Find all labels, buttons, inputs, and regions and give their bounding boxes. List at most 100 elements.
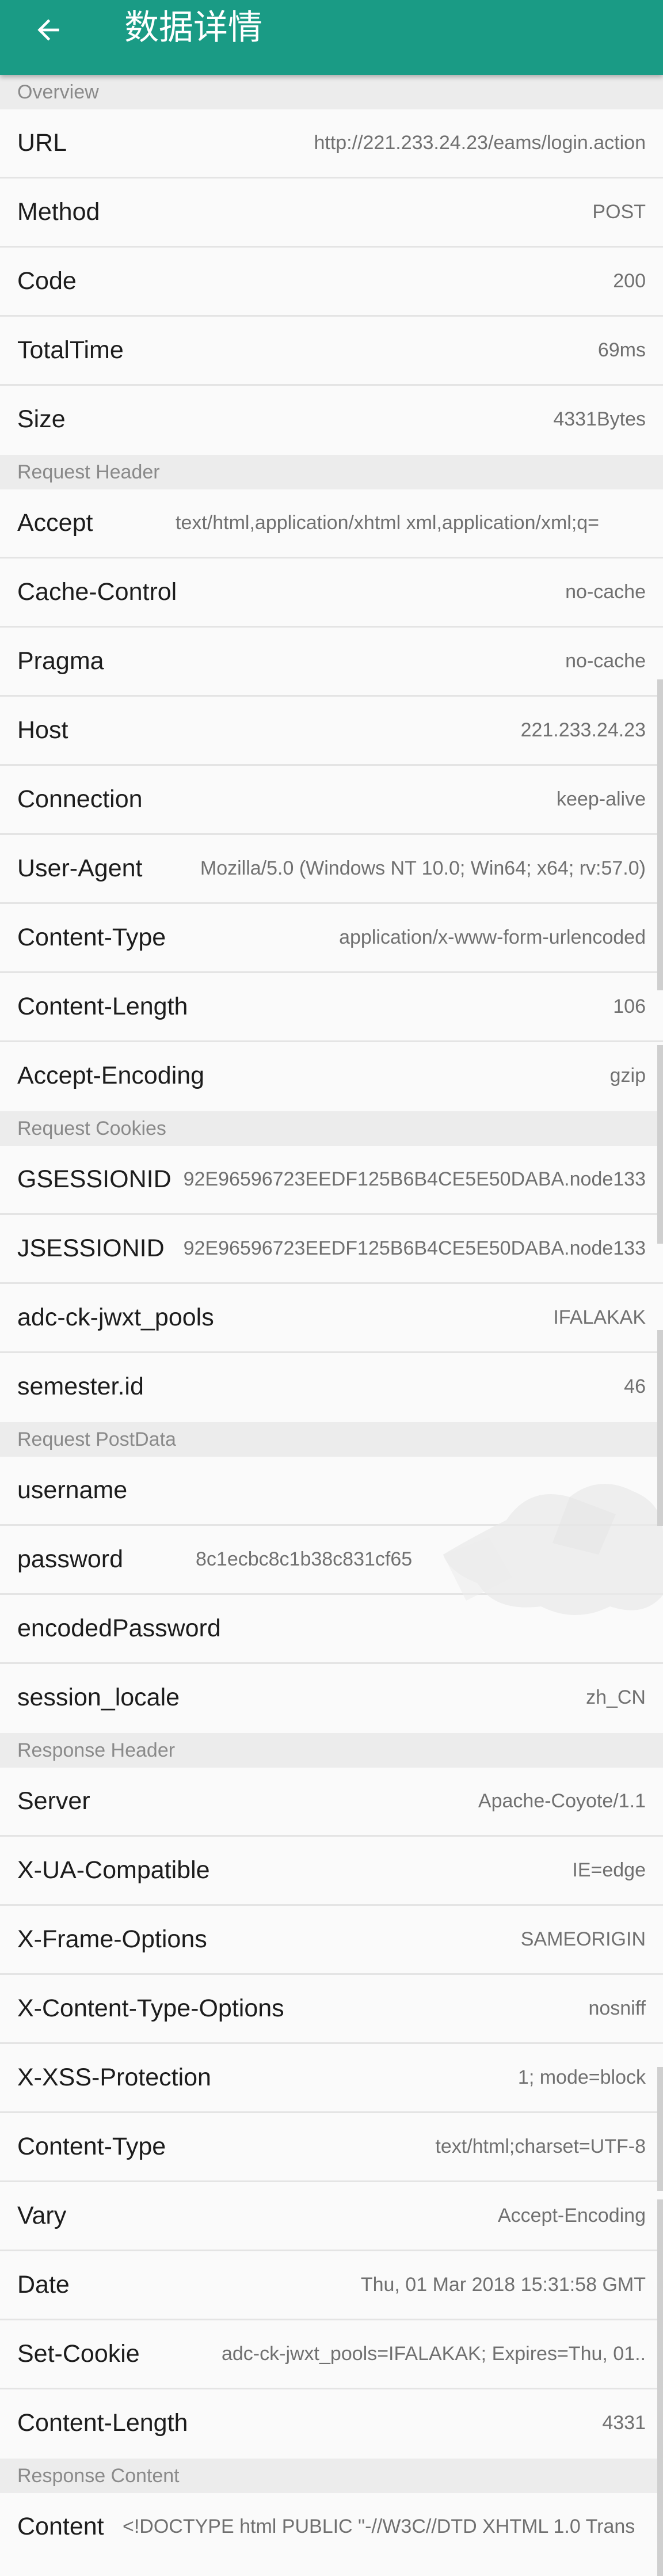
row-key: encodedPassword [17,1614,221,1642]
back-button[interactable] [23,5,74,55]
row-value: gzip [609,1065,646,1086]
row-key: username [17,1476,128,1504]
row-value: 92E96596723EEDF125B6B4CE5E50DABA.node133 [183,1168,646,1190]
row-date[interactable]: Date Thu, 01 Mar 2018 15:31:58 GMT [0,2251,663,2320]
row-value: 8c1ecbc8c1b38c831cf65 [196,1548,413,1570]
row-user-agent[interactable]: User-Agent Mozilla/5.0 (Windows NT 10.0;… [0,835,663,904]
row-key: X-Content-Type-Options [17,1994,284,2022]
row-value: Thu, 01 Mar 2018 15:31:58 GMT [360,2274,646,2296]
row-key: Connection [17,785,143,813]
row-value: no-cache [565,581,646,603]
row-key: Content-Length [17,2409,188,2437]
row-value: keep-alive [557,788,646,810]
row-value: 69ms [597,339,646,361]
scrollbar[interactable] [657,1330,663,1526]
row-key: X-UA-Compatible [17,1856,210,1884]
row-value: POST [592,201,646,223]
row-session-locale[interactable]: session_locale zh_CN [0,1664,663,1733]
row-value: 4331 [602,2412,646,2434]
row-x-frame-options[interactable]: X-Frame-Options SAMEORIGIN [0,1906,663,1975]
row-value: IFALAKAK [553,1306,646,1328]
section-header-overview: Overview [0,75,663,109]
row-key: Size [17,405,66,433]
row-accept-encoding[interactable]: Accept-Encoding gzip [0,1042,663,1111]
row-value: Apache-Coyote/1.1 [478,1790,646,1812]
row-key: TotalTime [17,336,124,364]
row-code[interactable]: Code 200 [0,248,663,317]
row-server[interactable]: Server Apache-Coyote/1.1 [0,1768,663,1837]
row-vary[interactable]: Vary Accept-Encoding [0,2182,663,2251]
row-content[interactable]: Content <!DOCTYPE html PUBLIC "-//W3C//D… [0,2493,663,2562]
scrollbar[interactable] [657,2067,663,2191]
row-key: adc-ck-jwxt_pools [17,1304,214,1331]
row-key: Content-Type [17,924,166,951]
row-key: JSESSIONID [17,1234,165,1262]
row-value: Accept-Encoding [497,2205,646,2227]
row-key: URL [17,129,67,157]
row-key: User-Agent [17,854,143,882]
row-gsessionid[interactable]: GSESSIONID 92E96596723EEDF125B6B4CE5E50D… [0,1146,663,1215]
row-key: Set-Cookie [17,2340,140,2368]
row-username[interactable]: username [0,1457,663,1526]
row-accept[interactable]: Accept text/html,application/xhtml xml,a… [0,489,663,558]
section-header-response-content: Response Content [0,2459,663,2493]
row-key: semester.id [17,1373,144,1400]
row-host[interactable]: Host 221.233.24.23 [0,697,663,766]
page-title: 数据详情 [124,7,262,48]
row-key: Content-Length [17,993,188,1020]
row-method[interactable]: Method POST [0,178,663,248]
row-response-content-length[interactable]: Content-Length 4331 [0,2389,663,2459]
row-encoded-password[interactable]: encodedPassword [0,1595,663,1664]
row-x-ua-compatible[interactable]: X-UA-Compatible IE=edge [0,1837,663,1906]
row-content-length[interactable]: Content-Length 106 [0,973,663,1042]
row-value: no-cache [565,650,646,672]
row-url[interactable]: URL http://221.233.24.23/eams/login.acti… [0,109,663,178]
back-arrow-icon [37,19,59,41]
row-key: session_locale [17,1684,180,1711]
row-key: Date [17,2271,70,2298]
row-x-content-type-options[interactable]: X-Content-Type-Options nosniff [0,1975,663,2044]
row-key: GSESSIONID [17,1165,172,1193]
row-set-cookie[interactable]: Set-Cookie adc-ck-jwxt_pools=IFALAKAK; E… [0,2320,663,2389]
row-key: Cache-Control [17,578,177,606]
row-response-content-type[interactable]: Content-Type text/html;charset=UTF-8 [0,2113,663,2182]
scrollbar[interactable] [657,2199,663,2576]
section-header-request-postdata: Request PostData [0,1422,663,1457]
row-value: http://221.233.24.23/eams/login.action [314,132,646,154]
row-password[interactable]: password 8c1ecbc8c1b38c831cf65 [0,1526,663,1595]
row-pragma[interactable]: Pragma no-cache [0,628,663,697]
row-value: IE=edge [572,1859,646,1881]
row-adc-ck-jwxt-pools[interactable]: adc-ck-jwxt_pools IFALAKAK [0,1284,663,1353]
scrollbar[interactable] [657,679,663,990]
row-key: Code [17,267,77,295]
app-bar: 数据详情 [0,0,663,75]
row-value: 92E96596723EEDF125B6B4CE5E50DABA.node133 [183,1237,646,1259]
row-key: password [17,1545,124,1573]
row-value: 4331Bytes [553,408,646,430]
row-semester-id[interactable]: semester.id 46 [0,1353,663,1422]
row-x-xss-protection[interactable]: X-XSS-Protection 1; mode=block [0,2044,663,2113]
row-key: Accept [17,509,93,537]
row-value: zh_CN [586,1686,646,1708]
row-value: 221.233.24.23 [520,719,646,741]
detail-list[interactable]: Overview URL http://221.233.24.23/eams/l… [0,75,663,2562]
row-cache-control[interactable]: Cache-Control no-cache [0,558,663,628]
row-jsessionid[interactable]: JSESSIONID 92E96596723EEDF125B6B4CE5E50D… [0,1215,663,1284]
row-totaltime[interactable]: TotalTime 69ms [0,317,663,386]
scrollbar[interactable] [657,1045,663,1244]
row-value: 46 [624,1376,646,1397]
row-content-type[interactable]: Content-Type application/x-www-form-urle… [0,904,663,973]
row-key: Vary [17,2202,67,2229]
section-header-request-cookies: Request Cookies [0,1111,663,1146]
row-value: text/html,application/xhtml xml,applicat… [176,512,600,534]
row-connection[interactable]: Connection keep-alive [0,766,663,835]
row-key: Content [17,2513,104,2540]
row-key: Content-Type [17,2133,166,2160]
row-size[interactable]: Size 4331Bytes [0,386,663,455]
row-value: 1; mode=block [517,2066,646,2088]
row-value: 200 [613,270,646,292]
row-key: Host [17,716,68,744]
row-value: <!DOCTYPE html PUBLIC "-//W3C//DTD XHTML… [123,2516,635,2537]
row-key: Server [17,1787,90,1815]
row-value: text/html;charset=UTF-8 [435,2136,646,2157]
